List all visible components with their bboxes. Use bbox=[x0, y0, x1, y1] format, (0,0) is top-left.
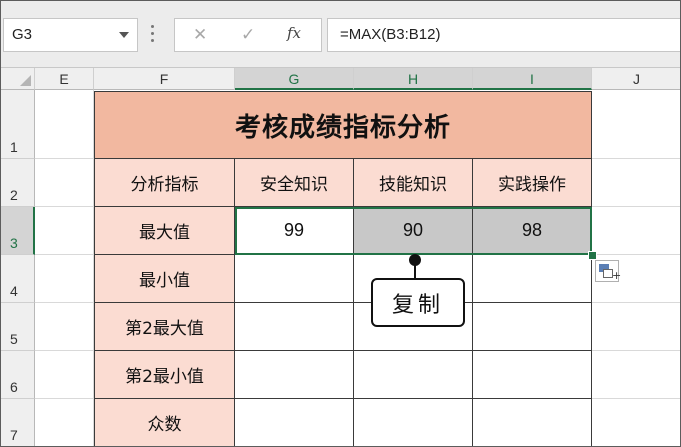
column-header-h[interactable]: H bbox=[354, 68, 473, 90]
insert-function-icon[interactable]: fx bbox=[287, 24, 301, 42]
paste-options-icon[interactable]: + bbox=[595, 260, 621, 282]
cell-j6[interactable] bbox=[592, 351, 680, 399]
spreadsheet-window: G3 ✕ ✓ fx =MAX(B3:B12) E F G H I J 1 2 3… bbox=[0, 0, 681, 447]
name-box-value: G3 bbox=[12, 26, 33, 43]
formula-text: =MAX(B3:B12) bbox=[340, 26, 441, 43]
drag-handle-icon[interactable] bbox=[151, 25, 155, 43]
cell-j2[interactable] bbox=[592, 159, 680, 207]
row-header-2[interactable]: 2 bbox=[1, 159, 35, 207]
cell-h3[interactable]: 90 bbox=[354, 207, 473, 255]
row-header-1[interactable]: 1 bbox=[1, 90, 35, 159]
formula-buttons: ✕ ✓ fx bbox=[174, 18, 322, 52]
cell-e1[interactable] bbox=[35, 90, 94, 159]
formula-bar: G3 ✕ ✓ fx =MAX(B3:B12) bbox=[1, 1, 680, 68]
cell-e7[interactable] bbox=[35, 399, 94, 446]
row-label-max[interactable]: 最大值 bbox=[94, 207, 235, 255]
cell-e2[interactable] bbox=[35, 159, 94, 207]
cell-g3[interactable]: 99 bbox=[235, 207, 354, 255]
cell-j1[interactable] bbox=[592, 90, 680, 159]
row-header-3[interactable]: 3 bbox=[1, 207, 35, 255]
select-all-corner[interactable] bbox=[1, 68, 35, 90]
column-header-j[interactable]: J bbox=[592, 68, 680, 90]
cell-i7[interactable] bbox=[473, 399, 592, 446]
callout-pin-line bbox=[414, 263, 416, 279]
name-box[interactable]: G3 bbox=[3, 18, 138, 52]
column-header-i[interactable]: I bbox=[473, 68, 592, 90]
column-header-f[interactable]: F bbox=[94, 68, 235, 90]
cell-g6[interactable] bbox=[235, 351, 354, 399]
chevron-down-icon[interactable] bbox=[119, 32, 129, 38]
cell-g4[interactable] bbox=[235, 255, 354, 303]
cell-j7[interactable] bbox=[592, 399, 680, 446]
cell-g5[interactable] bbox=[235, 303, 354, 351]
cell-h7[interactable] bbox=[354, 399, 473, 446]
header-cell-skill[interactable]: 技能知识 bbox=[354, 159, 473, 207]
column-header-e[interactable]: E bbox=[35, 68, 94, 90]
cell-e5[interactable] bbox=[35, 303, 94, 351]
row-label-second-min[interactable]: 第2最小值 bbox=[94, 351, 235, 399]
column-header-g[interactable]: G bbox=[235, 68, 354, 90]
copy-callout: 复制 bbox=[371, 278, 465, 327]
cell-e3[interactable] bbox=[35, 207, 94, 255]
enter-icon[interactable]: ✓ bbox=[241, 25, 255, 45]
cell-j5[interactable] bbox=[592, 303, 680, 351]
cell-i3[interactable]: 98 bbox=[473, 207, 592, 255]
cell-h6[interactable] bbox=[354, 351, 473, 399]
header-cell-practice[interactable]: 实践操作 bbox=[473, 159, 592, 207]
fill-handle[interactable] bbox=[588, 251, 597, 260]
row-label-mode[interactable]: 众数 bbox=[94, 399, 235, 446]
formula-input[interactable]: =MAX(B3:B12) bbox=[327, 18, 680, 52]
cell-j3[interactable] bbox=[592, 207, 680, 255]
row-header-7[interactable]: 7 bbox=[1, 399, 35, 446]
header-cell-safety[interactable]: 安全知识 bbox=[235, 159, 354, 207]
cancel-icon[interactable]: ✕ bbox=[193, 25, 207, 45]
cell-e4[interactable] bbox=[35, 255, 94, 303]
row-header-6[interactable]: 6 bbox=[1, 351, 35, 399]
row-header-5[interactable]: 5 bbox=[1, 303, 35, 351]
cell-e6[interactable] bbox=[35, 351, 94, 399]
cell-i4[interactable] bbox=[473, 255, 592, 303]
row-header-4[interactable]: 4 bbox=[1, 255, 35, 303]
table-title[interactable]: 考核成绩指标分析 bbox=[94, 91, 592, 159]
row-label-min[interactable]: 最小值 bbox=[94, 255, 235, 303]
cell-i5[interactable] bbox=[473, 303, 592, 351]
cell-i6[interactable] bbox=[473, 351, 592, 399]
header-cell-indicator[interactable]: 分析指标 bbox=[94, 159, 235, 207]
cell-g7[interactable] bbox=[235, 399, 354, 446]
row-label-second-max[interactable]: 第2最大值 bbox=[94, 303, 235, 351]
